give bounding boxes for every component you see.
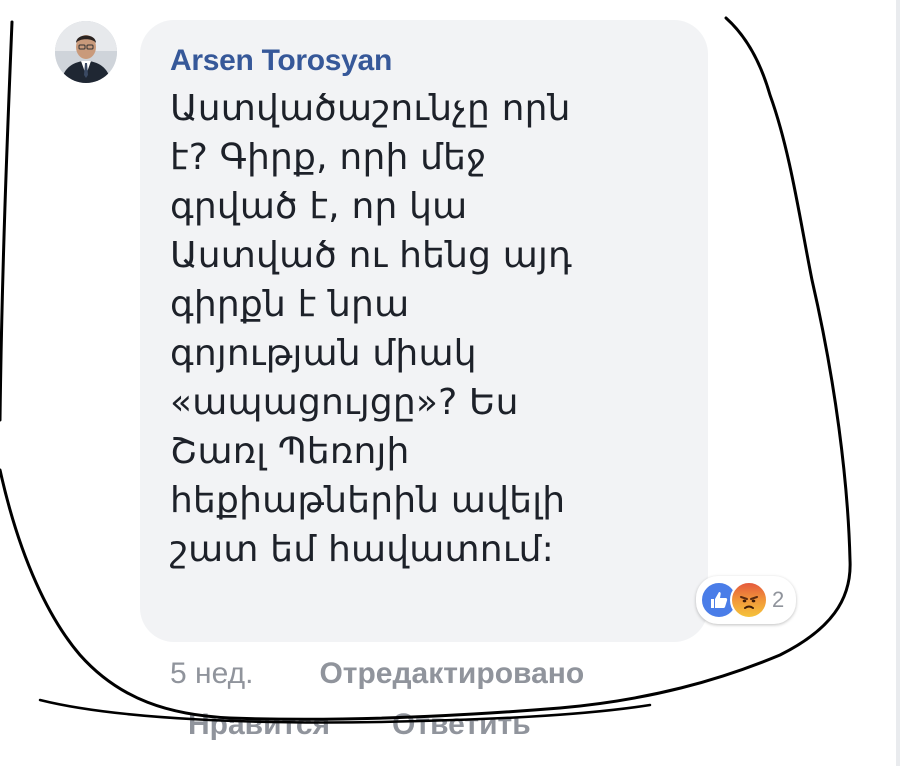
comment-meta: 5 нед. Отредактировано [170,657,584,691]
reaction-count: 2 [772,587,785,612]
comment-text-line: Աստված ու հենց այդ [170,235,573,276]
comment-text-line: գոյության միակ [170,333,477,374]
comment-bubble: Arsen Torosyan Աստվածաշունչը որն է? Գիրք… [140,20,708,642]
reactions-summary[interactable]: 2 [696,576,797,624]
comment-text-line: Աստվածաշունչը որն [170,88,571,129]
comment-text-line: հեքիաթներին ավելի [170,480,566,521]
like-action-link[interactable]: Нравится [188,708,330,742]
comment-text-line: Շառլ Պեռոյի [170,431,410,472]
right-edge-divider [896,0,900,766]
edited-label[interactable]: Отредактировано [319,657,584,691]
reply-action-link[interactable]: Ответить [392,708,531,742]
comment-text: Աստվածաշունչը որն է? Գիրք, որի մեջ գրված… [170,84,620,574]
comment-text-line: գրված է, որ կա [170,186,468,227]
avatar-photo-icon [55,21,117,83]
comment-text-line: «ապացույցը»? Ես [170,382,519,423]
angry-icon [730,581,768,619]
comment-author-link[interactable]: Arsen Torosyan [170,44,684,78]
comment-text-line: գիրքն է նրա [170,284,410,325]
comment-screenshot: Arsen Torosyan Աստվածաշունչը որն է? Գիրք… [0,0,900,766]
comment-timestamp-link[interactable]: 5 нед. [170,657,253,691]
avatar[interactable] [55,21,117,83]
comment-text-line: է? Գիրք, որի մեջ [170,137,487,178]
comment-actions: Нравится Ответить [188,708,531,742]
comment-text-line: շատ եմ հավատում: [170,529,555,570]
